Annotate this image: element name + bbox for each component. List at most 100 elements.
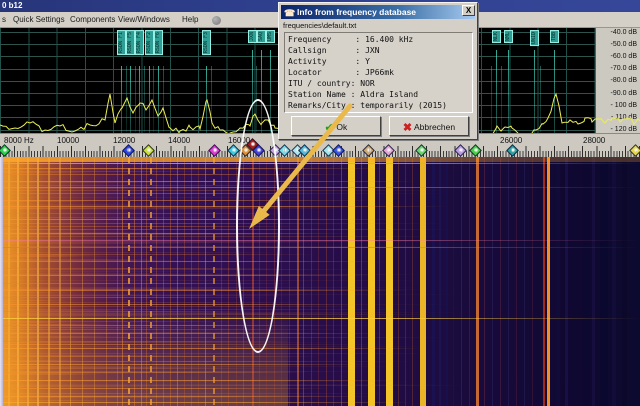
waterfall-speckle	[0, 353, 430, 354]
waterfall-signal-streak	[412, 157, 413, 406]
waterfall-noise-line	[0, 333, 640, 334]
waterfall-speckle	[0, 171, 191, 172]
waterfall-speckle	[0, 329, 320, 330]
waterfall-speckle	[0, 327, 220, 328]
menu-item-view-windows[interactable]: View/Windows	[118, 14, 170, 26]
station-info-panel: Frequency : 16.400 kHz Callsign : JXN Ac…	[284, 32, 473, 113]
waterfall-signal-streak	[500, 157, 501, 406]
waterfall-noise-line	[0, 364, 640, 365]
waterfall-signal-streak	[622, 157, 627, 406]
waterfall-signal-streak	[565, 157, 568, 406]
waterfall-noise-line	[0, 318, 640, 319]
waterfall-noise-line	[0, 402, 640, 403]
waterfall-signal-streak	[326, 157, 327, 406]
waterfall-speckle	[0, 310, 152, 311]
waterfall-signal-streak	[612, 157, 616, 406]
waterfall-signal-streak	[379, 157, 380, 406]
waterfall-speckle	[0, 374, 101, 375]
waterfall-signal-streak	[547, 157, 550, 406]
waterfall-signal-streak	[573, 157, 577, 406]
waterfall-speckle	[0, 193, 452, 194]
waterfall-signal-streak	[469, 157, 470, 406]
waterfall-speckle	[0, 400, 117, 401]
waterfall-signal-streak	[583, 157, 589, 406]
database-path: frequencies\default.txt	[283, 21, 356, 30]
waterfall-speckle	[0, 241, 459, 242]
waterfall-signal-streak	[592, 157, 595, 406]
waterfall-speckle	[0, 292, 70, 293]
waterfall-signal-streak	[508, 157, 509, 406]
waterfall-speckle	[0, 332, 334, 333]
waterfall-speckle	[0, 372, 298, 373]
waterfall-speckle	[0, 188, 234, 189]
waterfall-speckle	[0, 260, 190, 261]
waterfall-signal-streak	[311, 157, 312, 406]
waterfall-speckle	[0, 219, 203, 220]
waterfall-signal-streak	[432, 157, 435, 406]
spectrum-lab-window: 0 b12 sQuick SettingsComponentsView/Wind…	[0, 0, 640, 406]
check-icon: ✔	[325, 122, 334, 134]
close-icon[interactable]: X	[462, 5, 475, 16]
waterfall-speckle	[0, 367, 234, 368]
waterfall-signal-streak	[453, 157, 454, 406]
waterfall-speckle	[0, 246, 457, 247]
waterfall-signal-streak	[446, 157, 448, 406]
waterfall-speckle	[0, 300, 67, 301]
waterfall-speckle	[0, 297, 189, 298]
waterfall-speckle	[0, 381, 412, 382]
waterfall-noise-line	[0, 174, 640, 175]
waterfall-signal-streak	[368, 157, 375, 406]
waterfall-signal-streak	[461, 157, 462, 406]
waterfall-speckle	[0, 321, 241, 322]
waterfall-top-band	[0, 157, 640, 162]
waterfall-speckle	[0, 388, 238, 389]
waterfall-speckle	[0, 288, 262, 289]
waterfall-speckle	[0, 306, 366, 307]
highlight-ellipse	[236, 99, 280, 353]
waterfall-signal-streak	[341, 157, 342, 406]
menu-item-quick-settings[interactable]: Quick Settings	[13, 14, 65, 26]
waterfall-speckle	[0, 373, 184, 374]
cancel-button[interactable]: ✖ Abbrechen	[389, 116, 469, 136]
waterfall-speckle	[0, 217, 100, 218]
window-left-border	[0, 157, 3, 406]
telephone-icon: ☎	[284, 6, 295, 20]
waterfall-signal-streak	[600, 157, 608, 406]
waterfall-speckle	[0, 273, 242, 274]
waterfall-speckle	[0, 361, 319, 362]
waterfall-noise-line	[0, 356, 640, 357]
waterfall-signal-streak	[398, 157, 399, 406]
waterfall-speckle	[0, 344, 385, 345]
waterfall-signal-streak	[439, 157, 441, 406]
waterfall-speckle	[0, 256, 82, 257]
ok-button[interactable]: ✔ Ok	[291, 116, 381, 136]
waterfall-speckle	[0, 396, 167, 397]
waterfall-speckle	[0, 205, 209, 206]
waterfall-signal-streak	[484, 157, 485, 406]
waterfall-speckle	[0, 254, 92, 255]
waterfall-speckle	[0, 397, 280, 398]
waterfall-signal-streak	[532, 157, 533, 406]
waterfall-speckle	[0, 201, 92, 202]
waterfall-signal-streak	[524, 157, 525, 406]
waterfall-speckle	[0, 355, 194, 356]
waterfall-display[interactable]	[0, 157, 640, 406]
waterfall-speckle	[0, 393, 385, 394]
dialog-titlebar[interactable]: ☎ Info from frequency database	[281, 5, 475, 19]
waterfall-speckle	[0, 324, 100, 325]
menu-item-components[interactable]: Components	[70, 14, 115, 26]
waterfall-speckle	[0, 395, 346, 396]
waterfall-speckle	[0, 283, 136, 284]
menu-item-s[interactable]: s	[2, 14, 6, 26]
ok-label: Ok	[336, 122, 347, 132]
waterfall-speckle	[0, 243, 211, 244]
waterfall-speckle	[0, 229, 453, 230]
waterfall-speckle	[0, 317, 71, 318]
info-dialog[interactable]: ☎ Info from frequency database X frequen…	[278, 2, 478, 140]
status-circle-icon	[212, 16, 221, 25]
waterfall-signal-streak	[543, 157, 545, 406]
waterfall-speckle	[0, 209, 252, 210]
menu-item-help[interactable]: Help	[182, 14, 198, 26]
waterfall-signal-streak	[420, 157, 426, 406]
waterfall-signal-streak	[405, 157, 406, 406]
